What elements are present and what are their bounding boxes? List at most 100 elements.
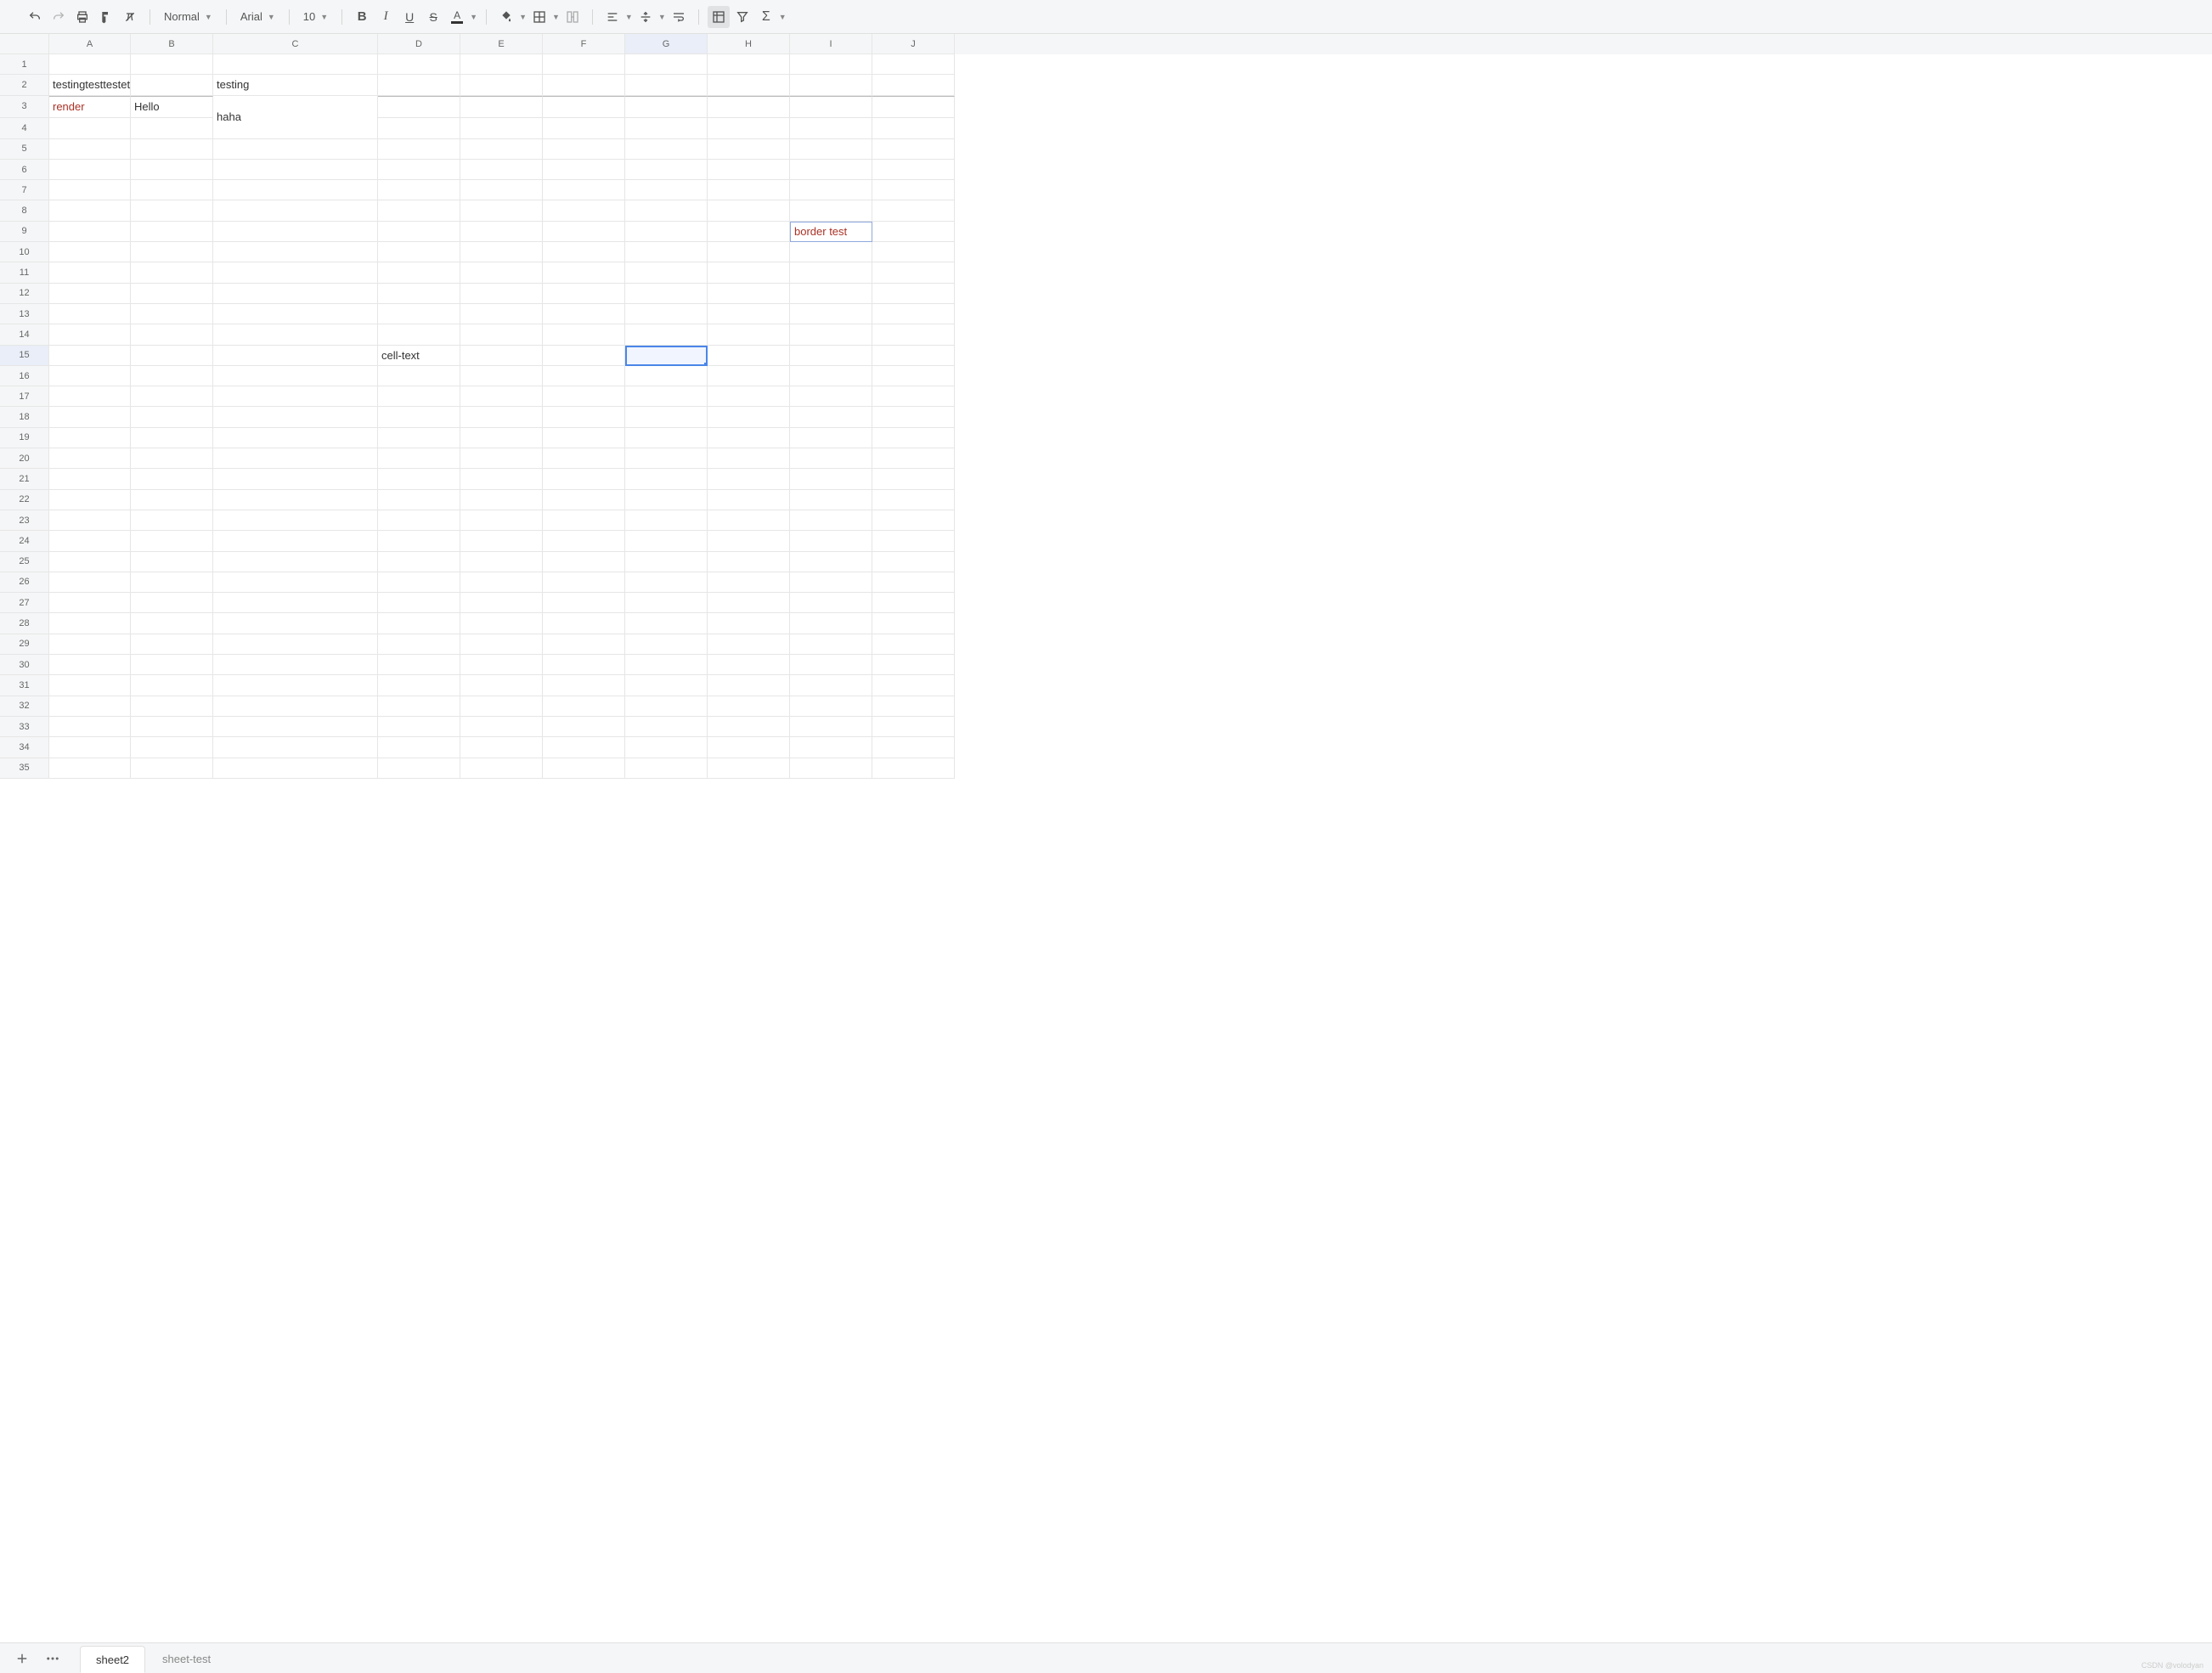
cell-A20[interactable] — [49, 448, 131, 469]
all-sheets-button[interactable] — [39, 1645, 66, 1672]
cell-A1[interactable] — [49, 54, 131, 75]
cell-E35[interactable] — [460, 758, 543, 779]
cell-D8[interactable] — [378, 200, 460, 221]
cell-E23[interactable] — [460, 510, 543, 531]
row-header-27[interactable]: 27 — [0, 593, 49, 613]
cell-B7[interactable] — [131, 180, 213, 200]
cell-H16[interactable] — [708, 366, 790, 386]
cell-E17[interactable] — [460, 386, 543, 407]
cell-B12[interactable] — [131, 284, 213, 304]
cell-E32[interactable] — [460, 696, 543, 717]
cell-G13[interactable] — [625, 304, 708, 324]
cell-H26[interactable] — [708, 572, 790, 593]
cell-A21[interactable] — [49, 469, 131, 489]
cell-A29[interactable] — [49, 634, 131, 655]
cell-E12[interactable] — [460, 284, 543, 304]
cell-I18[interactable] — [790, 407, 872, 427]
cell-A25[interactable] — [49, 552, 131, 572]
cell-D20[interactable] — [378, 448, 460, 469]
cell-F17[interactable] — [543, 386, 625, 407]
cell-A10[interactable] — [49, 242, 131, 262]
cell-D4[interactable] — [378, 118, 460, 139]
redo-button[interactable] — [48, 6, 70, 28]
cell-A6[interactable] — [49, 160, 131, 180]
cell-I27[interactable] — [790, 593, 872, 613]
cell-G15[interactable] — [625, 346, 708, 366]
halign-button[interactable]: ▼ — [601, 6, 633, 28]
cell-C20[interactable] — [213, 448, 378, 469]
cell-G10[interactable] — [625, 242, 708, 262]
cell-A12[interactable] — [49, 284, 131, 304]
cell-E4[interactable] — [460, 118, 543, 139]
cell-B9[interactable] — [131, 222, 213, 242]
row-header-21[interactable]: 21 — [0, 469, 49, 489]
column-header-H[interactable]: H — [708, 34, 790, 54]
cell-F25[interactable] — [543, 552, 625, 572]
cell-A35[interactable] — [49, 758, 131, 779]
cell-H4[interactable] — [708, 118, 790, 139]
cell-J24[interactable] — [872, 531, 955, 551]
cell-I2[interactable] — [790, 75, 872, 95]
row-header-8[interactable]: 8 — [0, 200, 49, 221]
row-header-30[interactable]: 30 — [0, 655, 49, 675]
cell-H17[interactable] — [708, 386, 790, 407]
cell-I7[interactable] — [790, 180, 872, 200]
cell-G20[interactable] — [625, 448, 708, 469]
text-color-button[interactable]: A ▼ — [446, 6, 477, 28]
cell-I1[interactable] — [790, 54, 872, 75]
row-header-19[interactable]: 19 — [0, 428, 49, 448]
cell-G14[interactable] — [625, 324, 708, 345]
clear-format-button[interactable] — [119, 6, 141, 28]
cell-C33[interactable] — [213, 717, 378, 737]
row-header-1[interactable]: 1 — [0, 54, 49, 75]
cell-I19[interactable] — [790, 428, 872, 448]
cell-G6[interactable] — [625, 160, 708, 180]
cell-D2[interactable] — [378, 75, 460, 95]
row-header-34[interactable]: 34 — [0, 737, 49, 758]
cell-E25[interactable] — [460, 552, 543, 572]
cell-D12[interactable] — [378, 284, 460, 304]
cell-F19[interactable] — [543, 428, 625, 448]
cell-H31[interactable] — [708, 675, 790, 696]
cell-H11[interactable] — [708, 262, 790, 283]
cell-E28[interactable] — [460, 613, 543, 634]
row-header-12[interactable]: 12 — [0, 284, 49, 304]
underline-button[interactable]: U — [398, 6, 420, 28]
cell-A14[interactable] — [49, 324, 131, 345]
cell-C8[interactable] — [213, 200, 378, 221]
cell-F9[interactable] — [543, 222, 625, 242]
row-header-7[interactable]: 7 — [0, 180, 49, 200]
cell-C7[interactable] — [213, 180, 378, 200]
cell-D22[interactable] — [378, 490, 460, 510]
font-select[interactable]: Arial ▼ — [235, 6, 280, 28]
cell-A9[interactable] — [49, 222, 131, 242]
cell-I8[interactable] — [790, 200, 872, 221]
cell-C25[interactable] — [213, 552, 378, 572]
cell-J3[interactable] — [872, 96, 955, 118]
cell-J35[interactable] — [872, 758, 955, 779]
cell-J17[interactable] — [872, 386, 955, 407]
cell-D28[interactable] — [378, 613, 460, 634]
cell-I14[interactable] — [790, 324, 872, 345]
cell-J8[interactable] — [872, 200, 955, 221]
cell-A11[interactable] — [49, 262, 131, 283]
cell-J21[interactable] — [872, 469, 955, 489]
freeze-button[interactable] — [708, 6, 730, 28]
cell-E26[interactable] — [460, 572, 543, 593]
cell-D24[interactable] — [378, 531, 460, 551]
cell-G11[interactable] — [625, 262, 708, 283]
cell-H34[interactable] — [708, 737, 790, 758]
cell-I35[interactable] — [790, 758, 872, 779]
cell-H12[interactable] — [708, 284, 790, 304]
cell-D31[interactable] — [378, 675, 460, 696]
row-header-4[interactable]: 4 — [0, 118, 49, 139]
cell-C24[interactable] — [213, 531, 378, 551]
cell-J2[interactable] — [872, 75, 955, 95]
cell-J13[interactable] — [872, 304, 955, 324]
cell-F33[interactable] — [543, 717, 625, 737]
cell-H3[interactable] — [708, 96, 790, 118]
cell-C32[interactable] — [213, 696, 378, 717]
row-header-3[interactable]: 3 — [0, 96, 49, 118]
cell-B19[interactable] — [131, 428, 213, 448]
row-header-31[interactable]: 31 — [0, 675, 49, 696]
